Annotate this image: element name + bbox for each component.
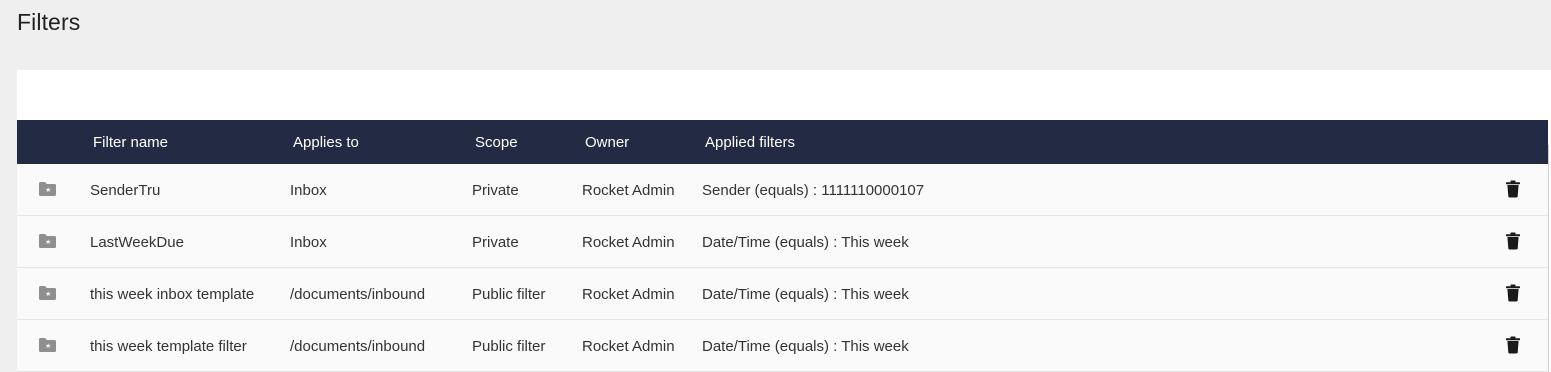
applied-filters-cell: Date/Time (equals) : This week: [702, 338, 909, 355]
applies-to-cell: Inbox: [290, 182, 327, 199]
folder-star-icon[interactable]: [38, 285, 57, 301]
owner-cell: Rocket Admin: [582, 234, 675, 251]
filter-name-cell: LastWeekDue: [90, 234, 184, 251]
scope-cell: Public filter: [472, 338, 546, 355]
table-header: Filter name Applies to Scope Owner Appli…: [17, 120, 1548, 164]
trash-icon[interactable]: [1505, 180, 1521, 198]
applies-to-cell: Inbox: [290, 234, 327, 251]
folder-star-icon[interactable]: [38, 233, 57, 249]
applied-filters-cell: Date/Time (equals) : This week: [702, 234, 909, 251]
scope-cell: Private: [472, 234, 519, 251]
column-header-scope[interactable]: Scope: [475, 134, 518, 151]
trash-icon[interactable]: [1505, 336, 1521, 354]
owner-cell: Rocket Admin: [582, 182, 675, 199]
table-row[interactable]: this week inbox template /documents/inbo…: [17, 268, 1548, 320]
column-header-owner[interactable]: Owner: [585, 134, 629, 151]
trash-icon[interactable]: [1505, 232, 1521, 250]
trash-icon[interactable]: [1505, 284, 1521, 302]
filters-table: Filter name Applies to Scope Owner Appli…: [17, 120, 1548, 372]
column-header-applies-to[interactable]: Applies to: [293, 134, 359, 151]
folder-star-icon[interactable]: [38, 181, 57, 197]
owner-cell: Rocket Admin: [582, 338, 675, 355]
column-header-filter-name[interactable]: Filter name: [93, 134, 168, 151]
owner-cell: Rocket Admin: [582, 286, 675, 303]
table-row[interactable]: this week template filter /documents/inb…: [17, 320, 1548, 372]
filter-name-cell: SenderTru: [90, 182, 161, 199]
filters-panel: Filter name Applies to Scope Owner Appli…: [17, 70, 1551, 372]
applied-filters-cell: Date/Time (equals) : This week: [702, 286, 909, 303]
scope-cell: Private: [472, 182, 519, 199]
applied-filters-cell: Sender (equals) : 1111110000107: [702, 182, 925, 199]
applies-to-cell: /documents/inbound: [290, 338, 426, 355]
folder-star-icon[interactable]: [38, 337, 57, 353]
table-row[interactable]: SenderTru Inbox Private Rocket Admin Sen…: [17, 164, 1548, 216]
filter-name-cell: this week template filter: [90, 338, 247, 355]
scrollbar-edge[interactable]: [1548, 145, 1549, 372]
scope-cell: Public filter: [472, 286, 546, 303]
applies-to-cell: /documents/inbound: [290, 286, 426, 303]
page-title: Filters: [17, 9, 81, 35]
column-header-applied-filters[interactable]: Applied filters: [705, 134, 795, 151]
filter-name-cell: this week inbox template: [90, 286, 255, 303]
table-row[interactable]: LastWeekDue Inbox Private Rocket Admin D…: [17, 216, 1548, 268]
